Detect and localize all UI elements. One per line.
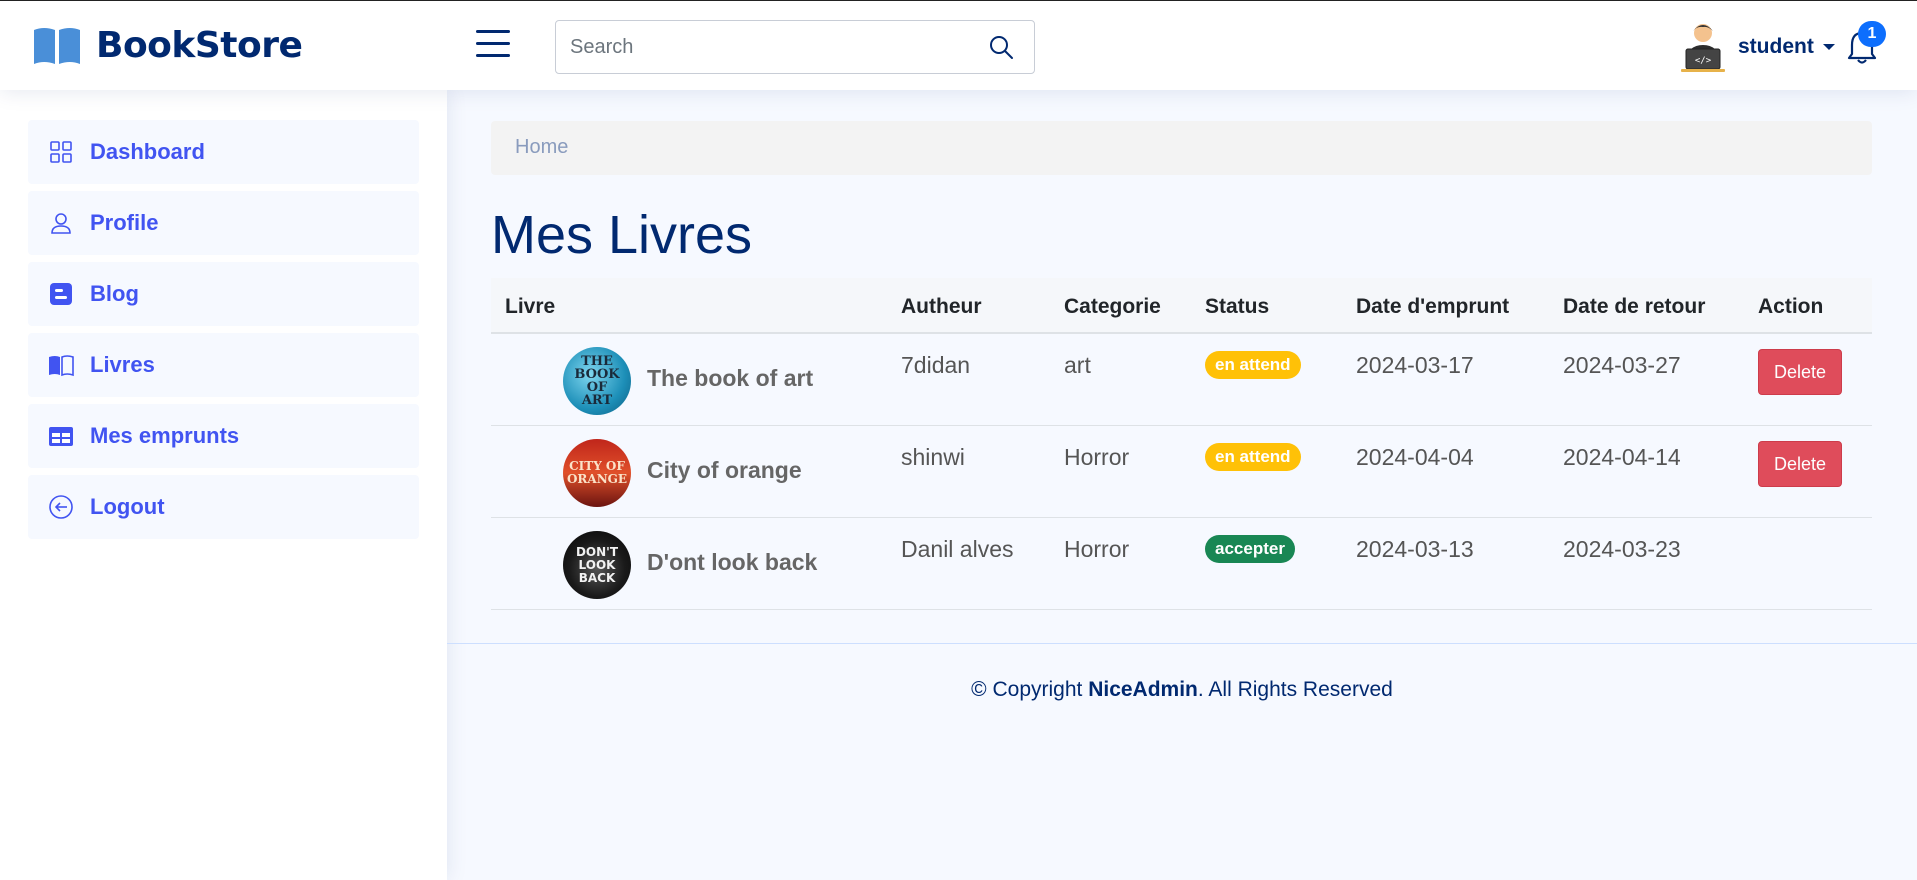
page-title: Mes Livres xyxy=(491,205,753,265)
book-title: D'ont look back xyxy=(647,549,818,575)
sidebar-item-logout[interactable]: Logout xyxy=(28,475,419,539)
brand-name: BookStore xyxy=(96,25,303,66)
book-cover-text: DON'T LOOK BACK xyxy=(575,544,619,585)
book-title: City of orange xyxy=(647,457,802,483)
status-badge: en attend xyxy=(1205,351,1301,379)
chevron-down-icon[interactable] xyxy=(1823,44,1835,50)
table-icon xyxy=(49,427,73,446)
sidebar-item-profile[interactable]: Profile xyxy=(28,191,419,255)
delete-button[interactable]: Delete xyxy=(1758,349,1842,395)
book-icon xyxy=(49,355,74,377)
column-header-livre: Livre xyxy=(505,295,556,318)
person-icon xyxy=(51,213,71,234)
footer-brand: NiceAdmin xyxy=(1088,678,1198,701)
books-table: Livre Autheur Categorie Status Date d'em… xyxy=(491,278,1872,610)
book-author: Danil alves xyxy=(901,536,1014,562)
sidebar-item-mes-emprunts[interactable]: Mes emprunts xyxy=(28,404,419,468)
sidebar-item-label: Livres xyxy=(90,352,155,377)
sidebar-item-livres[interactable]: Livres xyxy=(28,333,419,397)
breadcrumb-home[interactable]: Home xyxy=(515,136,568,159)
book-category: art xyxy=(1064,352,1091,378)
return-date: 2024-03-23 xyxy=(1563,536,1681,562)
book-author: 7didan xyxy=(901,352,971,378)
book-cover-text: CITY OF ORANGE xyxy=(566,459,628,486)
sidebar: Dashboard Profile Blog Livres Mes emprun… xyxy=(0,90,447,880)
book-title: The book of art xyxy=(647,365,814,391)
notification-badge: 1 xyxy=(1858,21,1886,47)
breadcrumb: Home xyxy=(491,121,1872,175)
search-input[interactable] xyxy=(556,21,956,73)
status-badge: accepter xyxy=(1205,535,1295,563)
table-row: THE BOOK OF ART The book of art 7didan a… xyxy=(491,334,1872,426)
top-header: BookStore </> student 1 xyxy=(0,0,1917,90)
book-cover-image: CITY OF ORANGE xyxy=(563,439,631,507)
column-header-date-retour: Date de retour xyxy=(1563,295,1706,318)
sidebar-item-dashboard[interactable]: Dashboard xyxy=(28,120,419,184)
column-header-autheur: Autheur xyxy=(901,295,982,318)
svg-text:</>: </> xyxy=(1695,56,1712,66)
user-name[interactable]: student xyxy=(1738,35,1814,59)
sidebar-item-label: Dashboard xyxy=(90,139,205,164)
borrow-date: 2024-04-04 xyxy=(1356,444,1474,470)
book-cover-image: THE BOOK OF ART xyxy=(563,347,631,415)
search-bar xyxy=(555,20,1035,74)
status-badge: en attend xyxy=(1205,443,1301,471)
sidebar-item-label: Logout xyxy=(90,494,165,519)
footer: © Copyright NiceAdmin. All Rights Reserv… xyxy=(447,678,1917,702)
sidebar-item-label: Mes emprunts xyxy=(90,423,240,448)
footer-copyright-prefix: © Copyright xyxy=(971,678,1089,701)
column-header-categorie: Categorie xyxy=(1064,295,1161,318)
return-date: 2024-04-14 xyxy=(1563,444,1681,470)
arrow-left-circle-icon xyxy=(49,495,73,519)
blogger-icon xyxy=(50,283,72,305)
column-header-date-emprunt: Date d'emprunt xyxy=(1356,295,1510,318)
footer-divider xyxy=(447,643,1917,644)
table-row: CITY OF ORANGE City of orange shinwi Hor… xyxy=(491,426,1872,518)
grid-icon xyxy=(50,141,72,163)
delete-button[interactable]: Delete xyxy=(1758,441,1842,487)
book-cover-text: THE BOOK OF ART xyxy=(574,354,620,408)
table-row: DON'T LOOK BACK D'ont look back Danil al… xyxy=(491,518,1872,610)
sidebar-item-label: Profile xyxy=(90,210,159,235)
book-category: Horror xyxy=(1064,444,1130,470)
table-header: Livre Autheur Categorie Status Date d'em… xyxy=(491,278,1872,334)
book-author: shinwi xyxy=(901,444,965,470)
menu-toggle-button[interactable] xyxy=(476,30,510,58)
footer-copyright-suffix: . All Rights Reserved xyxy=(1197,678,1393,701)
search-icon[interactable] xyxy=(988,34,1014,60)
sidebar-item-blog[interactable]: Blog xyxy=(28,262,419,326)
open-book-icon xyxy=(34,27,80,64)
borrow-date: 2024-03-13 xyxy=(1356,536,1474,562)
sidebar-item-label: Blog xyxy=(90,281,139,306)
user-avatar[interactable]: </> xyxy=(1680,21,1726,73)
book-cover-image: DON'T LOOK BACK xyxy=(563,531,631,599)
return-date: 2024-03-27 xyxy=(1563,352,1681,378)
logo[interactable]: BookStore xyxy=(32,25,303,66)
column-header-action: Action xyxy=(1758,295,1824,318)
column-header-status: Status xyxy=(1205,295,1270,318)
borrow-date: 2024-03-17 xyxy=(1356,352,1474,378)
book-category: Horror xyxy=(1064,536,1130,562)
